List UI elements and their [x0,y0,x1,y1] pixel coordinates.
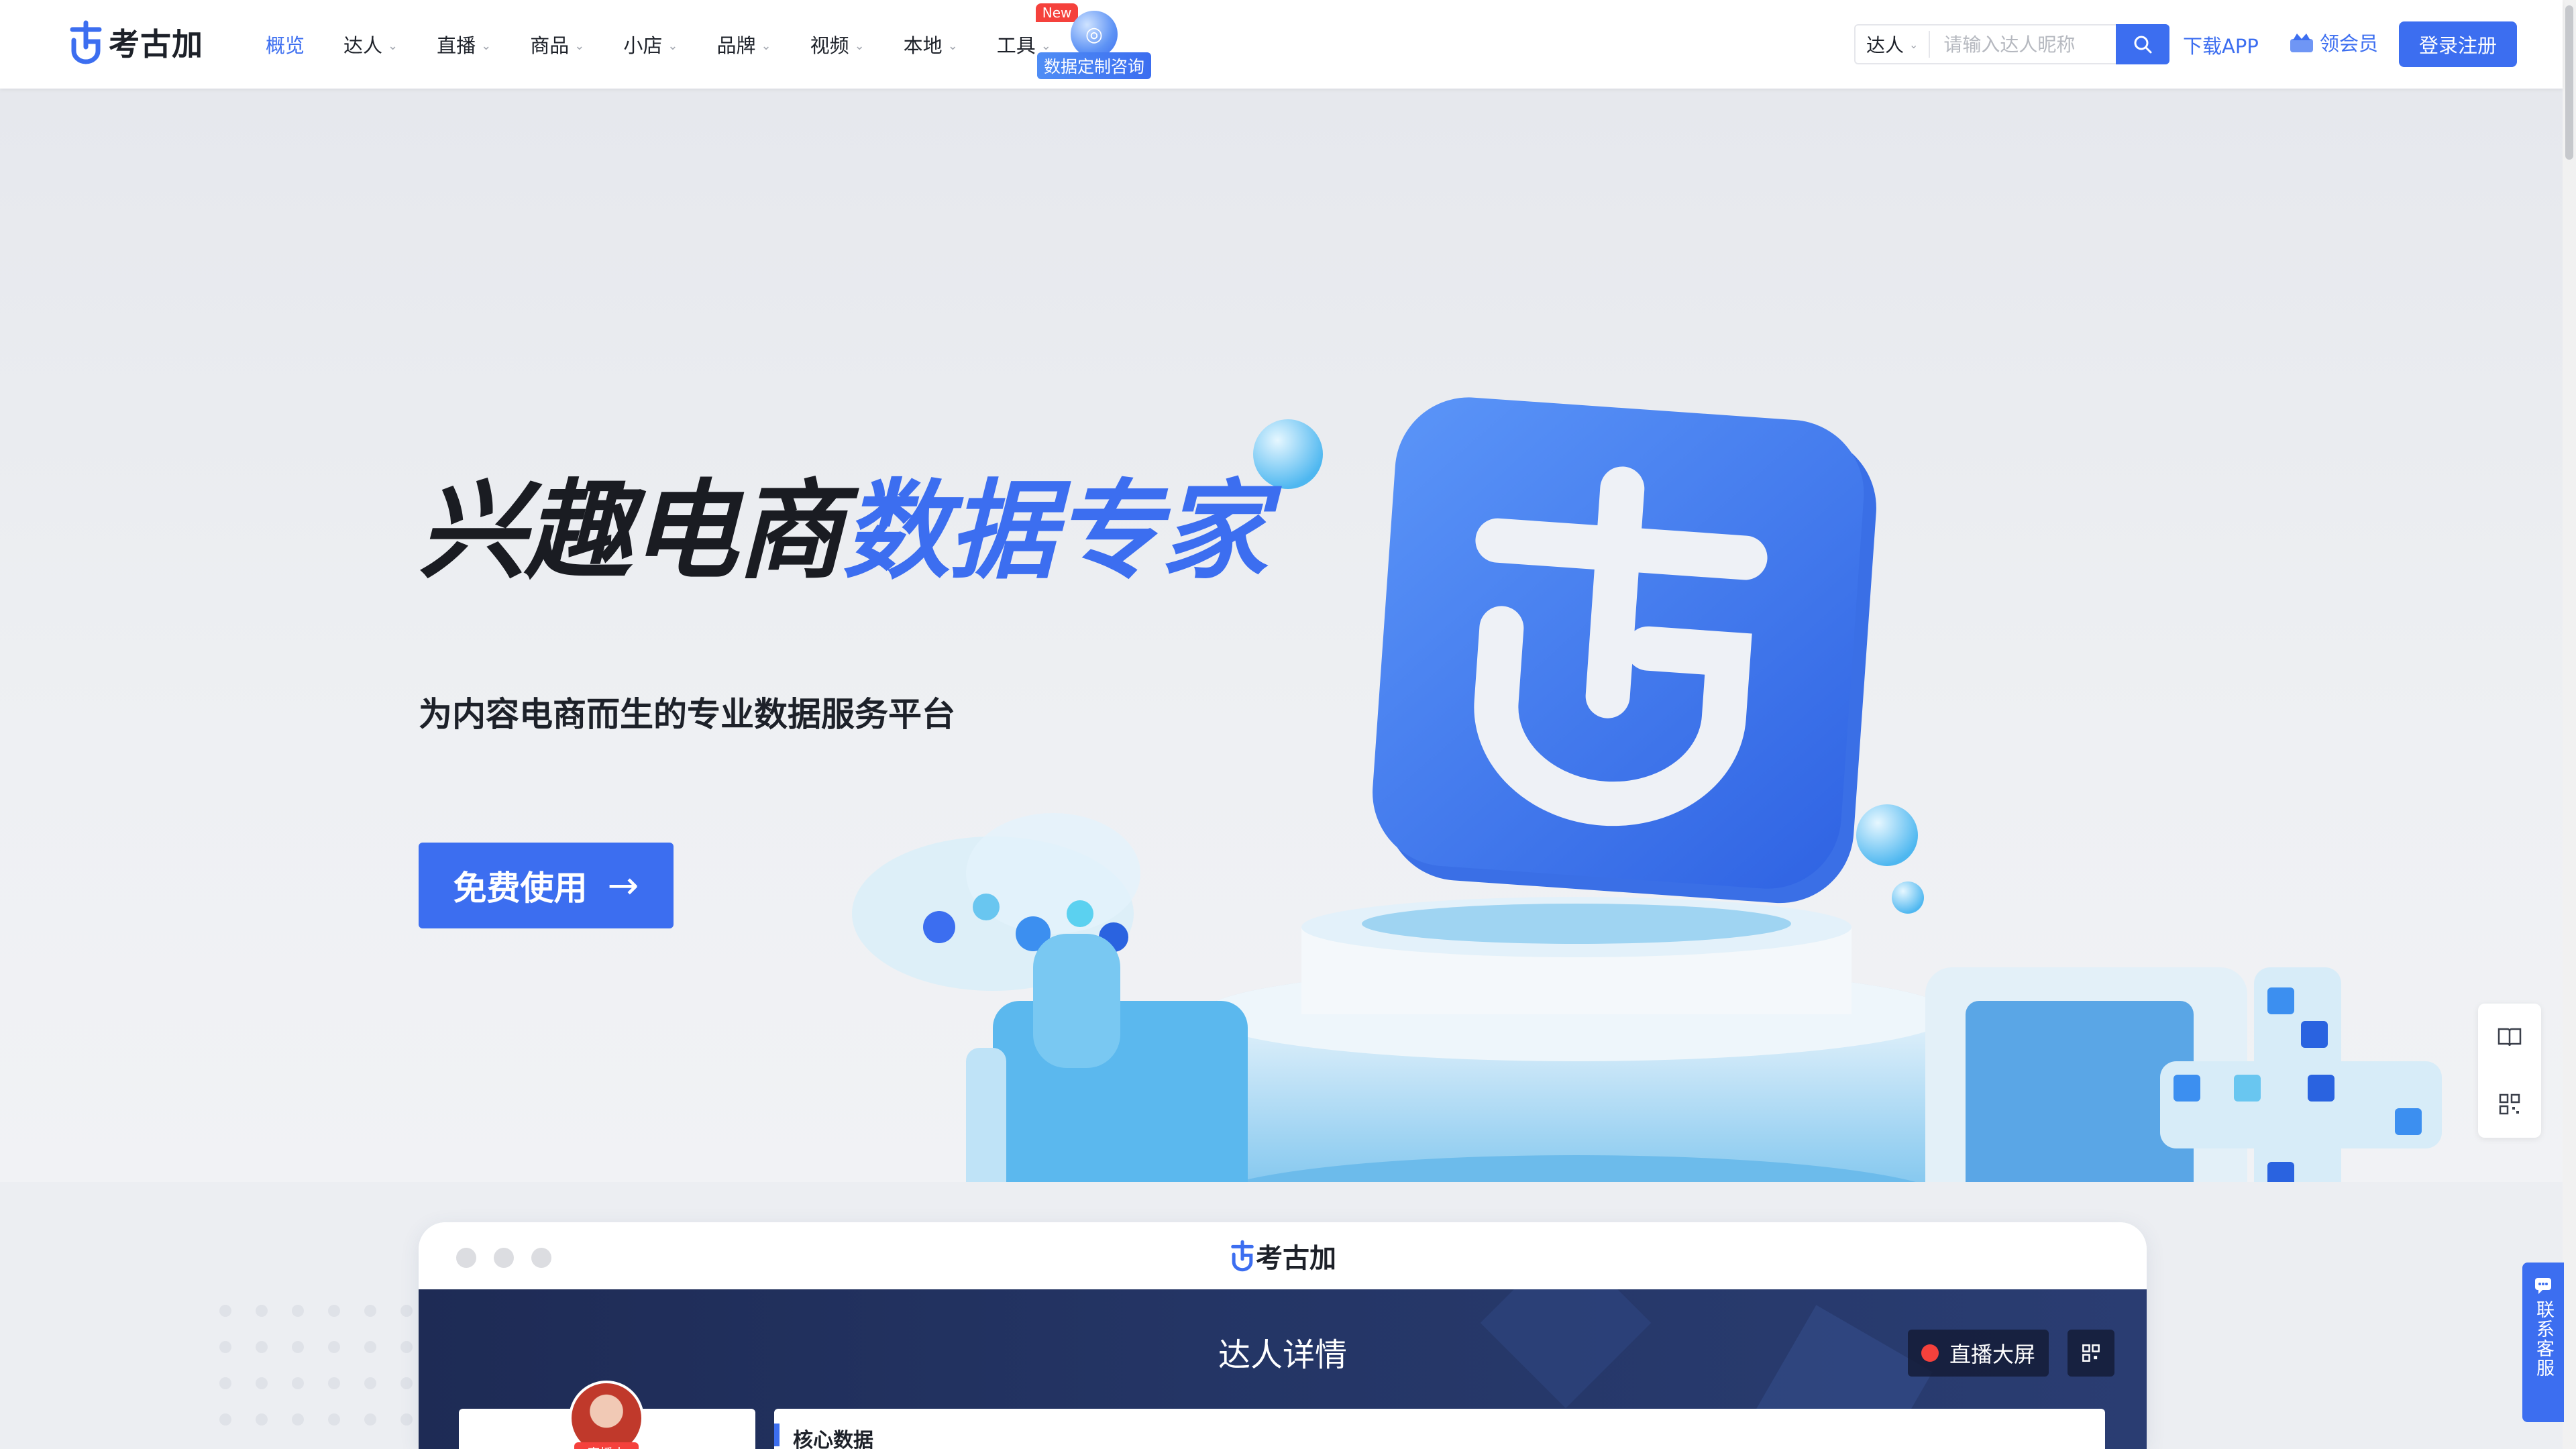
chevron-down-icon: ⌄ [854,38,865,53]
contact-support-button[interactable]: 联系客服 [2522,1263,2564,1422]
search-icon [2134,36,2152,54]
decorative-dots [219,1305,413,1426]
preview-logo: 考古加 [1229,1236,1336,1275]
cta-label: 免费使用 [453,869,588,908]
window-dot [494,1248,514,1268]
brand-name: 考古加 [109,26,203,62]
preview-logo-text: 考古加 [1256,1243,1336,1274]
nav-local[interactable]: 本地 ⌄ [904,30,958,58]
guide-book-button[interactable] [2478,1004,2541,1071]
nav-overview[interactable]: 概览 [266,30,305,58]
nav-video[interactable]: 视频 ⌄ [810,30,865,58]
product-preview-window: 考古加 达人详情 直播大屏 直播中 核心数据 [419,1222,2147,1449]
chevron-down-icon: ⌄ [481,38,492,53]
preview-titlebar: 考古加 [419,1222,2147,1289]
vip-link[interactable]: 领会员 [2289,28,2378,56]
data-consult-button[interactable]: ◎ 数据定制咨询 [1037,11,1151,79]
nav-label: 工具 [996,34,1036,57]
logo-icon [70,20,102,64]
main-nav: 概览 达人 ⌄ 直播 ⌄ 商品 ⌄ 小店 ⌄ 品牌 ⌄ 视频 ⌄ 本地 ⌄ 工具 ⌄ New [266,0,1090,89]
nav-label: 品牌 [716,34,756,57]
live-screen-label: 直播大屏 [1949,1342,2036,1367]
core-data-label: 核心数据 [793,1429,873,1449]
hero-title-dark: 兴趣电商 [419,468,844,594]
login-register-button[interactable]: 登录注册 [2399,21,2517,67]
qrcode-button[interactable] [2478,1071,2541,1138]
nav-label: 概览 [266,34,305,57]
nav-shop[interactable]: 小店 ⌄ [623,30,678,58]
book-icon [2498,1028,2522,1046]
consult-label: 数据定制咨询 [1037,52,1151,79]
hero-banner: 兴趣电商数据专家 为内容电商而生的专业数据服务平台 免费使用 → [0,89,2563,1182]
nav-brand[interactable]: 品牌 ⌄ [716,30,771,58]
page-scrollbar[interactable] [2563,0,2576,1449]
nav-label: 本地 [903,34,943,57]
download-app-link[interactable]: 下载APP [2183,31,2259,59]
free-trial-button[interactable]: 免费使用 → [419,843,674,928]
nav-influencer[interactable]: 达人 ⌄ [343,30,398,58]
chat-icon [2535,1278,2551,1294]
brand-logo[interactable]: 考古加 [67,20,203,64]
preview-qrcode-button[interactable] [2068,1330,2114,1377]
nav-label: 达人 [343,34,383,57]
nav-live[interactable]: 直播 ⌄ [437,30,491,58]
vip-label: 领会员 [2320,32,2379,55]
qrcode-icon [2499,1093,2520,1115]
side-toolbar [2478,1004,2541,1138]
chevron-down-icon: ⌄ [667,38,678,53]
nav-label: 商品 [530,34,570,57]
consult-orb-icon: ◎ [1071,11,1118,58]
chevron-down-icon: ⌄ [761,38,771,53]
qrcode-icon [2082,1344,2100,1362]
search-button[interactable] [2116,24,2169,64]
logo-icon [1231,1240,1254,1272]
preview-body: 达人详情 直播大屏 直播中 核心数据 [419,1289,2147,1449]
chevron-down-icon: ⌄ [1909,38,1919,51]
search-type-value: 达人 [1866,34,1904,56]
nav-label: 直播 [437,34,476,57]
chevron-down-icon: ⌄ [388,38,398,53]
nav-label: 视频 [810,34,849,57]
vip-crown-icon [2290,34,2313,52]
window-dot [531,1248,551,1268]
search-box: 达人 ⌄ [1854,24,2118,64]
chevron-down-icon: ⌄ [574,38,585,53]
hero-title-blue: 数据专家 [843,468,1268,594]
search-type-select[interactable]: 达人 ⌄ [1856,31,1931,58]
window-dot [456,1248,476,1268]
core-data-card: 核心数据 [774,1409,2105,1449]
live-badge: 直播中 [574,1442,639,1449]
hero-illustration [852,397,2442,1182]
top-navbar: 考古加 概览 达人 ⌄ 直播 ⌄ 商品 ⌄ 小店 ⌄ 品牌 ⌄ 视频 ⌄ 本地 ⌄ 工具 ⌄ N… [0,0,2563,89]
preview-title: 达人详情 [1218,1336,1347,1374]
live-dot-icon [1921,1344,1939,1362]
section-accent-bar [774,1424,780,1446]
contact-label: 联系客服 [2533,1300,2554,1378]
hero-subtitle: 为内容电商而生的专业数据服务平台 [419,695,955,734]
hero-title: 兴趣电商数据专家 [419,444,1268,600]
scrollbar-thumb[interactable] [2565,5,2573,160]
nav-product[interactable]: 商品 ⌄ [530,30,584,58]
search-input[interactable] [1930,33,2098,56]
chevron-down-icon: ⌄ [947,38,958,53]
live-screen-button[interactable]: 直播大屏 [1908,1330,2049,1377]
avatar [569,1381,644,1449]
nav-label: 小店 [623,34,663,57]
arrow-right-icon: → [607,863,639,908]
